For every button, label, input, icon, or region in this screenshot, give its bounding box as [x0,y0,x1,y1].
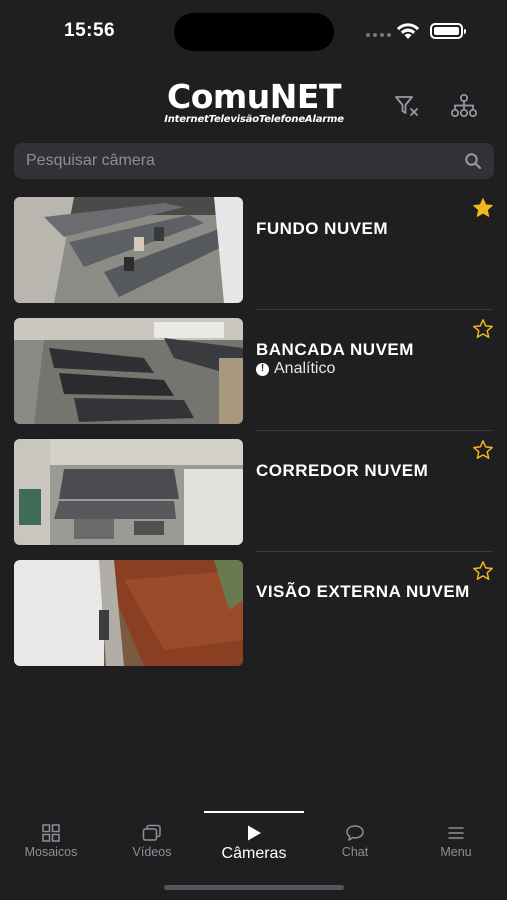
camera-list-item[interactable]: FUNDO NUVEM [0,189,507,310]
tab-label: Câmeras [221,845,287,862]
videos-icon [142,824,161,841]
clear-filter-button[interactable] [393,92,421,120]
chat-icon [346,825,364,841]
camera-thumbnail[interactable] [14,560,243,666]
tab-videos[interactable]: Vídeos [102,822,202,859]
logo-tagline: InternetTelevisãoTelefoneAlarme [164,114,344,125]
camera-list-item[interactable]: VISÃO EXTERNA NUVEM [0,552,507,673]
camera-name: VISÃO EXTERNA NUVEM [256,582,470,601]
alert-circle-icon: ! [256,362,269,376]
home-indicator[interactable] [164,885,344,890]
grid-icon [42,824,60,842]
wifi-icon [397,23,419,39]
app-header: ComuNET InternetTelevisãoTelefoneAlarme [0,78,507,136]
tab-label: Vídeos [132,845,172,859]
search-icon[interactable] [464,152,482,170]
camera-name: CORREDOR NUVEM [256,461,429,480]
logo-wordmark: ComuNET [167,77,341,116]
menu-icon [448,827,464,839]
status-bar: 15:56 [0,0,507,62]
camera-list-item[interactable]: CORREDOR NUVEM [0,431,507,552]
camera-name: BANCADA NUVEM [256,340,414,359]
tab-label: Menu [440,845,472,859]
tab-chat[interactable]: Chat [305,822,405,859]
camera-name: FUNDO NUVEM [256,219,389,238]
camera-thumbnail[interactable] [14,318,243,424]
analytics-badge: ! Analítico [256,360,335,378]
hierarchy-icon [450,93,478,118]
camera-list-item[interactable]: BANCADA NUVEM ! Analítico [0,310,507,431]
status-time: 15:56 [64,20,116,41]
dynamic-island [174,13,334,51]
tab-label: Mosaicos [24,845,78,859]
camera-list: FUNDO NUVEM BANCADA NUVEM ! Analítico CO… [0,189,507,673]
search-bar[interactable] [14,143,494,179]
tab-label: Chat [341,845,369,859]
active-tab-indicator [204,811,304,813]
camera-thumbnail[interactable] [14,439,243,545]
filter-clear-icon [395,96,418,116]
play-icon [248,825,261,841]
battery-icon [430,23,466,39]
star-outline-icon[interactable] [472,560,494,582]
search-input[interactable] [26,152,464,170]
tab-mosaicos[interactable]: Mosaicos [1,822,101,859]
cellular-signal-icon [366,33,391,37]
star-filled-icon[interactable] [472,197,494,219]
tab-menu[interactable]: Menu [406,822,506,859]
analytics-label: Analítico [274,360,336,377]
brand-logo: ComuNET InternetTelevisãoTelefoneAlarme [150,80,358,126]
star-outline-icon[interactable] [472,318,494,340]
tab-cameras[interactable]: Câmeras [204,822,304,863]
camera-thumbnail[interactable] [14,197,243,303]
star-outline-icon[interactable] [472,439,494,461]
hierarchy-button[interactable] [450,92,478,120]
